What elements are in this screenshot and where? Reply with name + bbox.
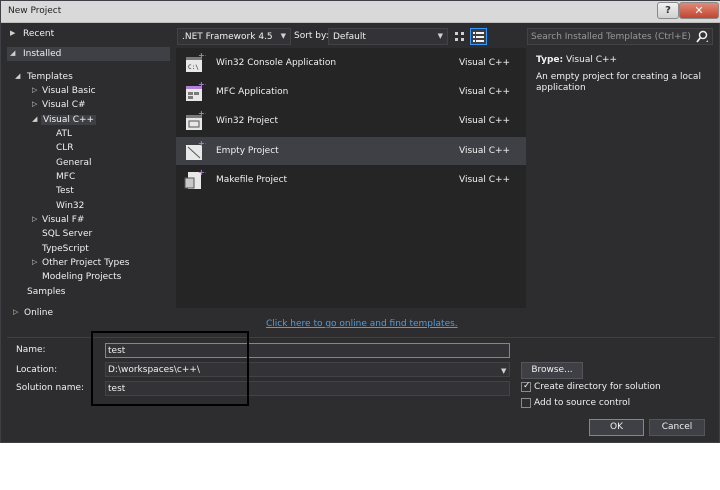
tree-item-visual-basic[interactable]: ▷ Visual Basic (7, 84, 170, 98)
tree-item-templates[interactable]: ◢ Templates (7, 70, 170, 84)
solution-name-label: Solution name: (16, 383, 85, 393)
framework-dropdown[interactable]: .NET Framework 4.5 ▼ (177, 28, 291, 45)
win32-project-icon: ++ (186, 110, 206, 130)
svg-text:++: ++ (198, 140, 206, 148)
description-text: An empty project for creating a local ap… (536, 72, 701, 93)
highlight-annotation-box (91, 331, 249, 406)
template-type: Type: Visual C++ (536, 55, 618, 65)
name-label: Name: (16, 345, 46, 355)
list-view-button[interactable] (470, 28, 487, 45)
sort-by-dropdown[interactable]: Default ▼ (328, 28, 448, 45)
cancel-button[interactable]: Cancel (649, 419, 705, 436)
expand-arrow-icon[interactable]: ▶ (10, 29, 18, 39)
create-directory-checkbox[interactable]: ✓ (521, 381, 531, 392)
tree-item-clr[interactable]: CLR (7, 141, 170, 155)
tree-item-visual-fsharp[interactable]: ▷ Visual F# (7, 213, 170, 227)
title-bar: New Project ? ✕ (1, 1, 720, 23)
tree-item-typescript[interactable]: TypeScript (7, 242, 170, 256)
grid-view-icon (455, 32, 464, 41)
expand-arrow-icon[interactable]: ▷ (32, 86, 40, 96)
checkmark-icon: ✓ (523, 381, 531, 391)
tree-item-win32[interactable]: Win32 (7, 199, 170, 213)
search-templates-box[interactable] (527, 28, 713, 45)
location-label: Location: (16, 365, 58, 375)
template-row[interactable]: ++ Empty Project Visual C++ (176, 137, 526, 165)
svg-text:++: ++ (198, 110, 206, 118)
dropdown-arrow-icon: ▼ (437, 32, 443, 40)
tree-item-samples[interactable]: Samples (7, 285, 170, 299)
collapse-arrow-icon[interactable]: ◢ (32, 115, 40, 125)
template-row[interactable]: ++ MFC Application Visual C++ (176, 78, 526, 106)
tree-item-recent[interactable]: ▶ Recent (7, 27, 170, 41)
tree-item-other-project-types[interactable]: ▷ Other Project Types (7, 256, 170, 270)
template-description: Type: Visual C++ An empty project for cr… (529, 48, 715, 308)
location-dropdown-arrow-icon[interactable]: ▼ (501, 367, 506, 375)
create-directory-label: Create directory for solution (534, 382, 661, 392)
template-row[interactable]: C:\ ++ Win32 Console Application Visual … (176, 49, 526, 77)
add-source-control-checkbox[interactable] (521, 398, 531, 408)
sort-by-label: Sort by: (294, 31, 329, 41)
close-button[interactable]: ✕ (679, 2, 719, 19)
tree-item-mfc[interactable]: MFC (7, 170, 170, 184)
svg-text:++: ++ (198, 169, 206, 177)
search-input[interactable] (531, 30, 691, 43)
dropdown-arrow-icon: ▼ (280, 32, 286, 40)
svg-text:++: ++ (198, 81, 206, 89)
svg-text:C:\: C:\ (188, 64, 199, 71)
tree-item-test[interactable]: Test (7, 184, 170, 198)
tree-item-modeling-projects[interactable]: Modeling Projects (7, 270, 170, 284)
tree-item-general[interactable]: General (7, 156, 170, 170)
mfc-app-icon: ++ (186, 81, 206, 101)
svg-text:++: ++ (198, 52, 206, 60)
help-button[interactable]: ? (657, 2, 679, 19)
tree-item-online[interactable]: ▷ Online (7, 306, 170, 320)
template-row[interactable]: ++ Makefile Project Visual C++ (176, 166, 526, 194)
empty-project-icon: ++ (186, 140, 206, 160)
search-icon[interactable] (695, 30, 709, 44)
template-list: C:\ ++ Win32 Console Application Visual … (176, 48, 526, 308)
new-project-dialog: New Project ? ✕ ▶ Recent ◢ Installed ◢ T… (0, 0, 720, 443)
makefile-project-icon: ++ (184, 169, 206, 189)
tree-item-installed[interactable]: ◢ Installed (7, 47, 170, 61)
list-view-icon (473, 32, 484, 42)
ok-button[interactable]: OK (589, 419, 644, 436)
add-source-control-label: Add to source control (534, 398, 631, 408)
tree-item-atl[interactable]: ATL (7, 127, 170, 141)
template-toolbar: .NET Framework 4.5 ▼ Sort by: Default ▼ (177, 28, 526, 46)
online-templates-link[interactable]: Click here to go online and find templat… (266, 319, 458, 329)
console-app-icon: C:\ ++ (186, 52, 206, 72)
browse-button[interactable]: Browse... (521, 362, 583, 379)
collapse-arrow-icon[interactable]: ◢ (15, 72, 23, 82)
grid-view-button[interactable] (451, 28, 468, 45)
expand-arrow-icon[interactable]: ▷ (32, 100, 40, 110)
template-tree: ▶ Recent ◢ Installed ◢ Templates ▷ Visua… (7, 25, 170, 335)
expand-arrow-icon[interactable]: ▷ (32, 215, 40, 225)
window-title: New Project (8, 6, 62, 16)
expand-arrow-icon[interactable]: ▷ (32, 258, 40, 268)
tree-item-visual-csharp[interactable]: ▷ Visual C# (7, 98, 170, 112)
tree-item-sql-server[interactable]: SQL Server (7, 227, 170, 241)
tree-item-visual-cpp[interactable]: ◢ Visual C++ (7, 113, 170, 127)
template-row[interactable]: ++ Win32 Project Visual C++ (176, 107, 526, 135)
collapse-arrow-icon[interactable]: ◢ (10, 49, 18, 59)
expand-arrow-icon[interactable]: ▷ (13, 308, 21, 318)
